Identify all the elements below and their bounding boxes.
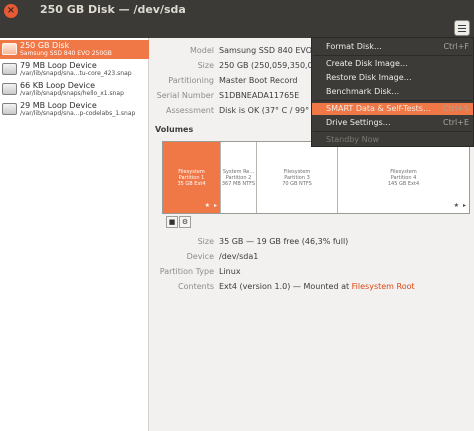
menu-item-smart-data[interactable]: SMART Data & Self-Tests… Ctrl+S bbox=[312, 103, 473, 115]
title-bar: × 250 GB Disk — /dev/sda bbox=[0, 0, 474, 38]
menu-item-restore-disk-image[interactable]: Restore Disk Image… bbox=[312, 72, 473, 84]
menu-item-accel: Ctrl+E bbox=[443, 118, 469, 127]
menu-item-format-disk[interactable]: Format Disk… Ctrl+F bbox=[312, 41, 473, 53]
menu-item-standby-now: Standby Now bbox=[312, 134, 473, 146]
contents-text: Ext4 (version 1.0) — Mounted at bbox=[219, 282, 352, 291]
partition-label: Filesystem Partition 3 70 GB NTFS bbox=[257, 169, 337, 187]
serial-value: S1DBNEADA11765E bbox=[219, 91, 300, 100]
menu-item-label: Create Disk Image… bbox=[326, 59, 408, 68]
drive-name: 250 GB Disk bbox=[20, 41, 70, 50]
partition-line: 367 MB NTFS bbox=[221, 181, 256, 187]
partition-line: 145 GB Ext4 bbox=[387, 181, 420, 187]
window-title: 250 GB Disk — /dev/sda bbox=[40, 3, 186, 16]
drive-item-loop-79mb[interactable]: 79 MB Loop Device /var/lib/snapd/sna...t… bbox=[0, 60, 149, 79]
menu-item-label: Drive Settings… bbox=[326, 118, 391, 127]
stop-icon[interactable]: ■ bbox=[166, 216, 178, 228]
menu-separator bbox=[313, 131, 472, 132]
disk-menu: Format Disk… Ctrl+F Create Disk Image… R… bbox=[311, 37, 474, 147]
partition-3-block[interactable]: Filesystem Partition 3 70 GB NTFS bbox=[257, 142, 338, 213]
menu-item-drive-settings[interactable]: Drive Settings… Ctrl+E bbox=[312, 117, 473, 129]
harddisk-icon bbox=[2, 103, 17, 115]
filesystem-root-link[interactable]: Filesystem Root bbox=[352, 282, 415, 291]
contents-label: Contents bbox=[178, 282, 214, 291]
volume-toolbar: ■ ⚙ bbox=[162, 214, 470, 230]
harddisk-icon bbox=[2, 83, 17, 95]
partition-label: Filesystem Partition 4 145 GB Ext4 bbox=[338, 169, 469, 187]
play-icon: ▸ bbox=[462, 202, 466, 209]
menu-separator bbox=[313, 55, 472, 56]
drive-list: 250 GB Disk Samsung SSD 840 EVO 250GB 79… bbox=[0, 38, 149, 431]
size-label: Size bbox=[197, 61, 214, 70]
menu-item-label: Benchmark Disk… bbox=[326, 87, 400, 96]
device-value: /dev/sda1 bbox=[219, 252, 259, 261]
partition-size-value: 35 GB — 19 GB free (46,3% full) bbox=[219, 237, 349, 246]
harddisk-icon bbox=[2, 43, 17, 55]
assessment-label: Assessment bbox=[166, 106, 214, 115]
partition-type-label: Partition Type bbox=[159, 267, 214, 276]
menu-item-label: SMART Data & Self-Tests… bbox=[326, 104, 431, 113]
size-value: 250 GB (250,059,350,01 bbox=[219, 61, 318, 70]
partition-line: 35 GB Ext4 bbox=[177, 181, 206, 187]
contents-value: Ext4 (version 1.0) — Mounted at Filesyst… bbox=[219, 282, 415, 291]
partition-label: System Re... Partition 2 367 MB NTFS bbox=[221, 169, 256, 187]
partition-2-block[interactable]: System Re... Partition 2 367 MB NTFS bbox=[221, 142, 257, 213]
device-label: Device bbox=[186, 252, 214, 261]
volumes-heading: Volumes bbox=[155, 125, 194, 134]
partition-size-label: Size bbox=[197, 237, 214, 246]
drive-name: 66 KB Loop Device bbox=[20, 81, 96, 90]
drive-name: 29 MB Loop Device bbox=[20, 101, 97, 110]
model-value: Samsung SSD 840 EVO bbox=[219, 46, 313, 55]
partitioning-label: Partitioning bbox=[168, 76, 214, 85]
partition-line: 70 GB NTFS bbox=[282, 181, 312, 187]
hamburger-menu-icon[interactable] bbox=[454, 20, 470, 36]
partitioning-value: Master Boot Record bbox=[219, 76, 298, 85]
menu-item-label: Standby Now bbox=[326, 135, 380, 144]
drive-subtitle: /var/lib/snapd/sna...tu-core_423.snap bbox=[20, 70, 132, 77]
partition-label: Filesystem Partition 1 35 GB Ext4 bbox=[163, 169, 220, 187]
model-label: Model bbox=[189, 46, 214, 55]
drive-item-loop-66kb[interactable]: 66 KB Loop Device /var/lib/snapd/snaps/h… bbox=[0, 80, 149, 99]
serial-label: Serial Number bbox=[156, 91, 214, 100]
menu-item-benchmark-disk[interactable]: Benchmark Disk… bbox=[312, 86, 473, 98]
close-icon[interactable]: × bbox=[4, 4, 18, 18]
assessment-value: Disk is OK (37° C / 99° F bbox=[219, 106, 317, 115]
drive-name: 79 MB Loop Device bbox=[20, 61, 97, 70]
menu-item-label: Format Disk… bbox=[326, 42, 382, 51]
drive-subtitle: /var/lib/snapd/snaps/hello_x1.snap bbox=[20, 90, 124, 97]
play-icon: ▸ bbox=[213, 202, 217, 209]
partition-1-block[interactable]: Filesystem Partition 1 35 GB Ext4 ★ ▸ bbox=[163, 142, 221, 213]
star-icon: ★ bbox=[453, 202, 459, 209]
menu-item-label: Restore Disk Image… bbox=[326, 73, 412, 82]
drive-subtitle: /var/lib/snapd/sna...p-codelabs_1.snap bbox=[20, 110, 136, 117]
menu-item-accel: Ctrl+F bbox=[443, 42, 469, 51]
menu-item-accel: Ctrl+S bbox=[442, 104, 469, 113]
drive-item-250gb-disk[interactable]: 250 GB Disk Samsung SSD 840 EVO 250GB bbox=[0, 40, 149, 59]
partition-type-value: Linux bbox=[219, 267, 241, 276]
drive-item-loop-29mb[interactable]: 29 MB Loop Device /var/lib/snapd/sna...p… bbox=[0, 100, 149, 119]
star-icon: ★ bbox=[204, 202, 210, 209]
harddisk-icon bbox=[2, 63, 17, 75]
menu-item-create-disk-image[interactable]: Create Disk Image… bbox=[312, 58, 473, 70]
volume-map: Filesystem Partition 1 35 GB Ext4 ★ ▸ Sy… bbox=[162, 141, 470, 214]
drive-subtitle: Samsung SSD 840 EVO 250GB bbox=[20, 50, 112, 57]
gear-icon[interactable]: ⚙ bbox=[179, 216, 191, 228]
menu-separator bbox=[313, 100, 472, 101]
partition-4-block[interactable]: Filesystem Partition 4 145 GB Ext4 ★ ▸ bbox=[338, 142, 469, 213]
